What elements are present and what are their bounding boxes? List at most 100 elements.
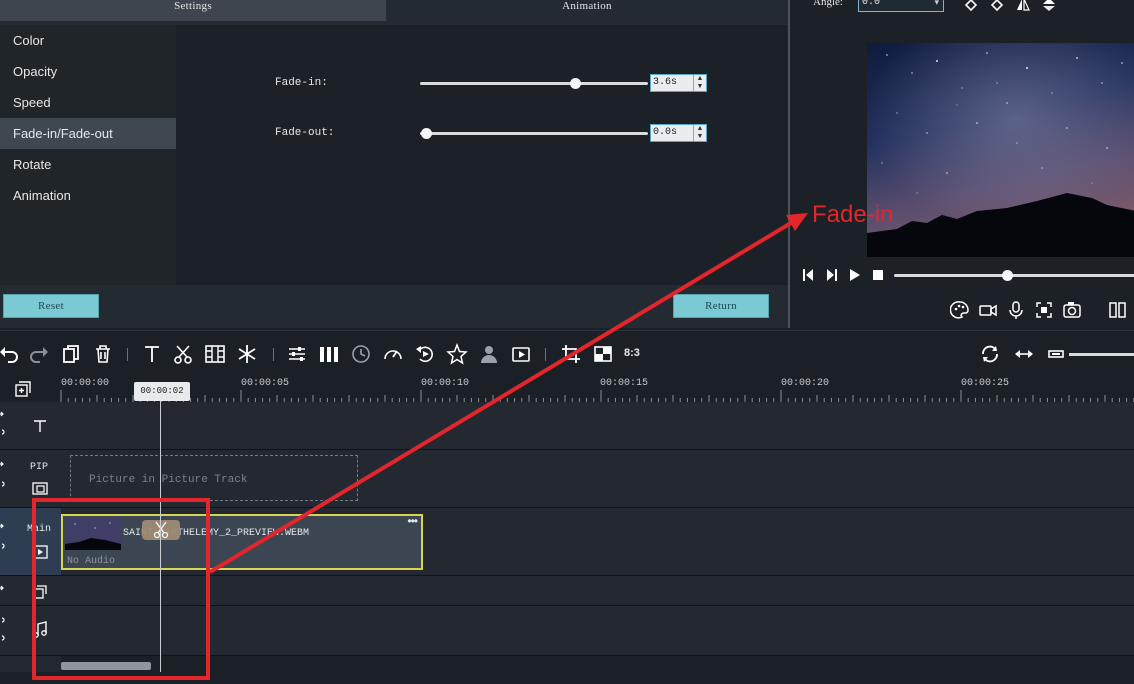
duration-clock-icon[interactable] — [350, 343, 372, 365]
text-tool-icon[interactable] — [141, 343, 163, 365]
pip-track-icon[interactable] — [32, 480, 48, 496]
playback-progress-bar[interactable] — [894, 274, 1134, 277]
screen-capture-icon[interactable] — [1034, 300, 1054, 320]
delete-icon[interactable] — [92, 343, 114, 365]
edit-toolbar: 8:3 — [0, 330, 1134, 376]
fit-width-icon[interactable] — [1013, 343, 1035, 365]
playhead-timecode[interactable]: 00:00:02 — [134, 382, 190, 401]
angle-label: Angle: — [813, 0, 843, 8]
clip-more-icon[interactable]: ••• — [407, 514, 418, 528]
mosaic-person-icon[interactable] — [478, 343, 500, 365]
adjust-icon[interactable] — [286, 343, 308, 365]
menu-item-rotate[interactable]: Rotate — [0, 149, 176, 180]
fade-in-spin-arrows-icon[interactable]: ▲ ▼ — [693, 75, 706, 91]
scissors-icon[interactable] — [153, 521, 169, 539]
microphone-icon[interactable] — [1006, 300, 1026, 320]
playhead-line[interactable] — [160, 400, 161, 672]
track-headers: PIP Main — [0, 402, 61, 684]
pip-drop-zone[interactable]: Picture in Picture Track — [70, 455, 358, 501]
fade-out-slider[interactable] — [420, 132, 648, 135]
fade-in-slider-knob[interactable] — [569, 78, 581, 89]
keyframe-diamond-icon[interactable] — [964, 0, 978, 12]
split-marker[interactable] — [142, 520, 180, 540]
flip-vertical-icon[interactable] — [1042, 0, 1056, 12]
record-screen-icon[interactable] — [510, 343, 532, 365]
toolbar-divider — [127, 348, 128, 361]
video-clip[interactable]: SAINT-BARTHELEMY_2_PREVIEW.WEBM No Audio… — [61, 514, 423, 570]
text-track-header — [0, 402, 61, 450]
freeze-frame-icon[interactable] — [236, 343, 258, 365]
aspect-ratio-label[interactable]: 8:3 — [624, 347, 640, 359]
skip-forward-icon[interactable] — [826, 268, 838, 282]
zoom-out-icon[interactable] — [1046, 343, 1068, 365]
voiceover-track-icon[interactable] — [32, 582, 48, 600]
pip-placeholder-text: Picture in Picture Track — [89, 474, 248, 486]
tab-settings[interactable]: Settings — [0, 0, 386, 21]
angle-select[interactable]: 0.0 ▾ — [858, 0, 944, 12]
refresh-icon[interactable] — [979, 343, 1001, 365]
menu-item-color[interactable]: Color — [0, 25, 176, 56]
chroma-key-icon[interactable] — [592, 343, 614, 365]
speed-gauge-icon[interactable] — [382, 343, 404, 365]
keyframe-diamond-alt-icon[interactable] — [990, 0, 1004, 12]
preview-tools — [790, 295, 1134, 325]
music-track-lane[interactable] — [61, 606, 1134, 656]
star-effect-icon[interactable] — [446, 342, 468, 365]
track-visibility-icon[interactable] — [0, 614, 6, 648]
fade-out-slider-knob[interactable] — [420, 128, 432, 139]
track-visibility-icon[interactable] — [0, 584, 6, 594]
fade-in-slider[interactable] — [420, 82, 648, 85]
undo-icon[interactable] — [0, 343, 20, 365]
tab-animation[interactable]: Animation — [386, 0, 788, 21]
stop-icon[interactable] — [873, 270, 883, 280]
menu-item-speed[interactable]: Speed — [0, 87, 176, 118]
fullscreen-icon[interactable] — [1108, 300, 1128, 320]
copy-icon[interactable] — [60, 343, 82, 365]
track-visibility-icon[interactable] — [0, 410, 6, 440]
music-note-icon[interactable] — [32, 621, 48, 639]
menu-item-animation[interactable]: Animation — [0, 180, 176, 211]
fade-out-spinbox[interactable]: 0.0s ▲ ▼ — [650, 124, 707, 142]
player-controls — [790, 262, 1134, 290]
skip-back-icon[interactable] — [802, 268, 814, 282]
main-track-icon[interactable] — [32, 544, 48, 560]
menu-item-opacity[interactable]: Opacity — [0, 56, 176, 87]
menu-item-fade[interactable]: Fade-in/Fade-out — [0, 118, 176, 149]
preview-header: Angle: 0.0 ▾ — [790, 0, 1134, 14]
timeline-horizontal-scrollbar[interactable] — [61, 662, 151, 670]
night-sky-image — [867, 43, 1134, 257]
voice-track-lane[interactable] — [61, 576, 1134, 606]
fade-out-value: 0.0s — [653, 127, 678, 138]
play-icon[interactable] — [849, 269, 861, 281]
zoom-slider[interactable] — [1069, 353, 1134, 356]
track-visibility-icon[interactable] — [0, 460, 6, 494]
settings-footer: Reset Return — [0, 285, 788, 328]
side-menu: Color Opacity Speed Fade-in/Fade-out Rot… — [0, 25, 176, 285]
split-clip-icon[interactable] — [204, 343, 226, 365]
ruler-label-15: 00:00:15 — [600, 378, 649, 389]
return-button[interactable]: Return — [673, 294, 769, 318]
audio-mixer-icon[interactable] — [318, 343, 340, 365]
snapshot-icon[interactable] — [1062, 300, 1082, 320]
text-track-icon[interactable] — [32, 418, 48, 434]
pip-track-label: PIP — [30, 462, 49, 473]
cut-icon[interactable] — [172, 343, 194, 365]
playback-progress-knob[interactable] — [1002, 270, 1014, 281]
track-visibility-icon[interactable] — [0, 522, 6, 556]
status-strip — [0, 672, 1134, 684]
chevron-down-icon: ▾ — [934, 0, 939, 8]
reset-button[interactable]: Reset — [3, 294, 99, 318]
crop-icon[interactable] — [560, 343, 582, 365]
camera-record-icon[interactable] — [978, 300, 998, 320]
text-track-lane[interactable] — [61, 402, 1134, 450]
redo-icon[interactable] — [28, 343, 50, 365]
palette-icon[interactable] — [950, 300, 970, 320]
fade-out-spin-arrows-icon[interactable]: ▲ ▼ — [693, 125, 706, 141]
voice-track-header — [0, 576, 61, 606]
fade-settings-area: Fade-in: 3.6s ▲ ▼ Fade-out: 0.0s ▲ ▼ — [176, 25, 788, 285]
flip-horizontal-icon[interactable] — [1016, 0, 1030, 12]
rotate-icon[interactable] — [414, 343, 436, 365]
video-preview[interactable] — [867, 43, 1134, 257]
music-track-header — [0, 606, 61, 656]
fade-in-spinbox[interactable]: 3.6s ▲ ▼ — [650, 74, 707, 92]
